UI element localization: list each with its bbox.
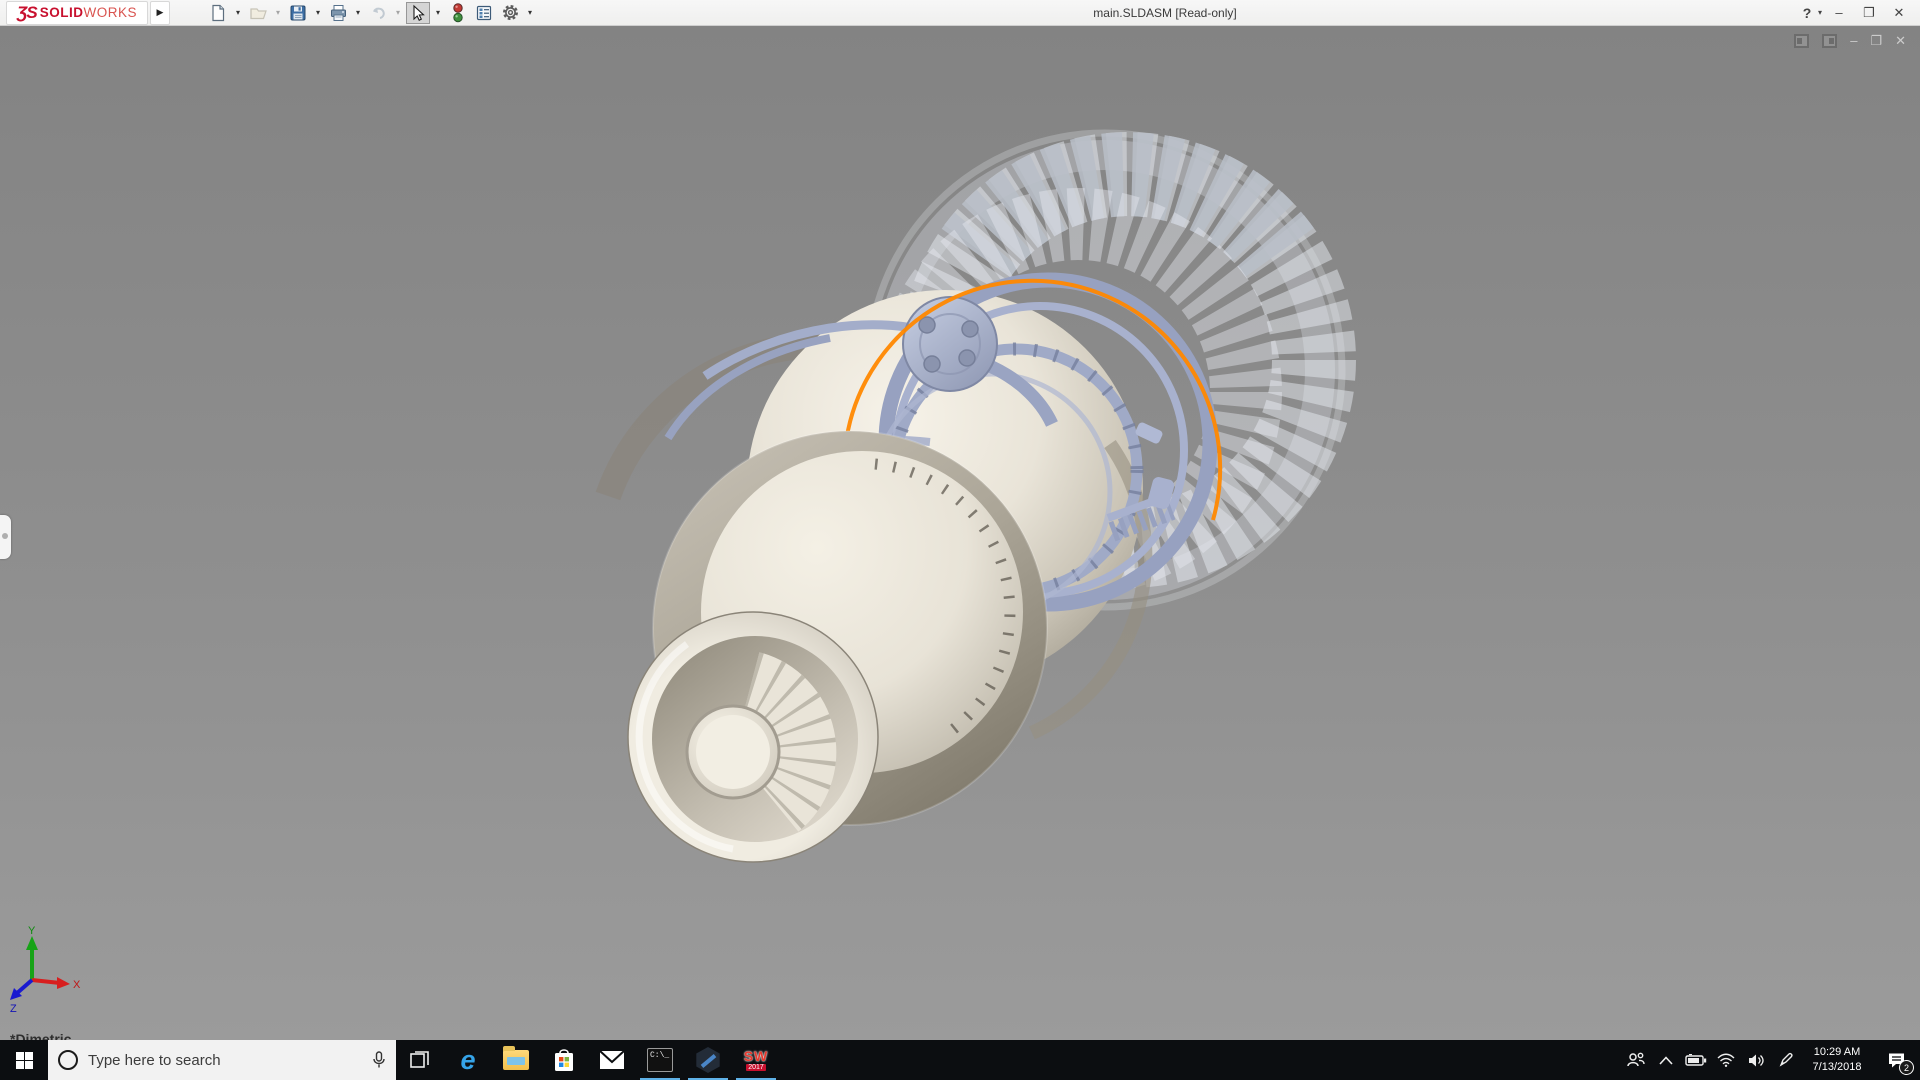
windows-logo-icon bbox=[15, 1051, 33, 1069]
bolted-flange bbox=[902, 296, 998, 392]
restore-button[interactable]: ❐ bbox=[1856, 2, 1882, 24]
jet-engine-model[interactable] bbox=[0, 26, 1920, 1040]
standard-toolbar: ▾ ▾ ▾ ▾ ▾ ▾ ▾ bbox=[206, 1, 536, 24]
graphics-viewport[interactable]: – ❐ ✕ Y X Z *Dimetric bbox=[0, 26, 1920, 1040]
triad-z-label: Z bbox=[10, 1003, 17, 1014]
file-properties-icon bbox=[476, 5, 492, 20]
pen-icon[interactable] bbox=[1774, 1040, 1798, 1080]
viewport-window-controls: – ❐ ✕ bbox=[1794, 34, 1906, 48]
solidworks-logo: ƷS SOLID WORKS bbox=[6, 0, 149, 25]
microphone-icon[interactable] bbox=[372, 1051, 386, 1069]
orientation-triad: Y X Z bbox=[10, 925, 81, 1014]
action-center-button[interactable]: 2 bbox=[1876, 1040, 1916, 1080]
taskbar-app-solidworks[interactable]: SW 2017 bbox=[732, 1040, 780, 1080]
minimize-button[interactable]: – bbox=[1826, 2, 1852, 24]
tray-overflow-chevron-icon[interactable] bbox=[1654, 1040, 1678, 1080]
print-icon bbox=[330, 4, 346, 21]
clock-date: 7/13/2018 bbox=[1812, 1061, 1862, 1073]
view-orientation-label: *Dimetric bbox=[10, 1031, 72, 1040]
file-properties-button[interactable] bbox=[472, 2, 496, 24]
help-dropdown[interactable]: ▾ bbox=[1818, 8, 1822, 17]
pane-toggle-right-icon[interactable] bbox=[1822, 34, 1838, 48]
save-button[interactable] bbox=[286, 2, 310, 24]
taskbar-app-command-prompt[interactable]: C:\_ bbox=[636, 1040, 684, 1080]
start-button[interactable] bbox=[0, 1040, 48, 1080]
select-dropdown[interactable]: ▾ bbox=[432, 2, 444, 24]
select-button[interactable] bbox=[406, 1, 431, 24]
wifi-icon[interactable] bbox=[1714, 1040, 1738, 1080]
battery-icon[interactable] bbox=[1684, 1040, 1708, 1080]
taskbar-app-store[interactable] bbox=[540, 1040, 588, 1080]
toolbar-flyout-arrow[interactable]: ▶ bbox=[150, 0, 171, 25]
options-button[interactable] bbox=[498, 2, 522, 24]
document-title: main.SLDASM [Read-only] bbox=[1093, 5, 1237, 20]
print-button[interactable] bbox=[326, 2, 350, 24]
viewport-minimize-button[interactable]: – bbox=[1850, 34, 1857, 48]
featuremanager-flyout-tab[interactable] bbox=[0, 515, 11, 559]
options-dropdown[interactable]: ▾ bbox=[524, 2, 536, 24]
open-button[interactable] bbox=[246, 2, 270, 24]
mail-icon bbox=[599, 1050, 625, 1069]
select-cursor-icon bbox=[413, 4, 425, 21]
edge-icon: e bbox=[460, 1044, 476, 1075]
exhaust-cone bbox=[627, 611, 879, 863]
save-dropdown[interactable]: ▾ bbox=[312, 2, 324, 24]
notification-badge: 2 bbox=[1899, 1060, 1914, 1075]
window-controls: ? ▾ – ❐ ✕ bbox=[1794, 2, 1912, 24]
title-bar: ƷS SOLID WORKS ▶ ▾ ▾ ▾ ▾ ▾ ▾ ▾ main.SLDA… bbox=[0, 0, 1920, 26]
clock-time: 10:29 AM bbox=[1813, 1046, 1861, 1059]
taskbar-search[interactable] bbox=[48, 1040, 396, 1080]
pane-toggle-left-icon[interactable] bbox=[1794, 34, 1810, 48]
new-document-button[interactable] bbox=[206, 2, 230, 24]
viewport-restore-button[interactable]: ❐ bbox=[1870, 34, 1882, 48]
solidworks-logo-mark-icon: ƷS bbox=[17, 2, 38, 22]
task-view-button[interactable] bbox=[396, 1040, 444, 1080]
triad-x-label: X bbox=[73, 979, 81, 991]
windows-taskbar: e C:\_ bbox=[0, 1040, 1920, 1080]
viewport-close-button[interactable]: ✕ bbox=[1895, 34, 1906, 48]
search-input[interactable] bbox=[88, 1051, 362, 1069]
solidworks-logo-text: SOLID bbox=[39, 5, 84, 20]
solidworks-2017-icon: SW 2017 bbox=[743, 1048, 769, 1071]
undo-dropdown[interactable]: ▾ bbox=[392, 2, 404, 24]
taskbar-app-mail[interactable] bbox=[588, 1040, 636, 1080]
microsoft-store-icon bbox=[555, 1049, 573, 1071]
new-document-icon bbox=[212, 4, 225, 21]
hexagon-app-icon bbox=[696, 1047, 720, 1073]
command-prompt-icon: C:\_ bbox=[647, 1048, 673, 1072]
volume-icon[interactable] bbox=[1744, 1040, 1768, 1080]
rebuild-traffic-light-icon bbox=[453, 2, 463, 22]
file-explorer-icon bbox=[503, 1046, 529, 1070]
save-floppy-icon bbox=[290, 5, 306, 20]
print-dropdown[interactable]: ▾ bbox=[352, 2, 364, 24]
solidworks-window: ƷS SOLID WORKS ▶ ▾ ▾ ▾ ▾ ▾ ▾ ▾ main.SLDA… bbox=[0, 0, 1920, 1080]
undo-button[interactable] bbox=[366, 2, 390, 24]
open-dropdown[interactable]: ▾ bbox=[272, 2, 284, 24]
taskbar-app-file-explorer[interactable] bbox=[492, 1040, 540, 1080]
help-button[interactable]: ? bbox=[1794, 2, 1820, 24]
taskbar-app-hexagon[interactable] bbox=[684, 1040, 732, 1080]
close-button[interactable]: ✕ bbox=[1886, 2, 1912, 24]
triad-y-label: Y bbox=[28, 925, 36, 937]
people-icon[interactable] bbox=[1624, 1040, 1648, 1080]
new-document-dropdown[interactable]: ▾ bbox=[232, 2, 244, 24]
rebuild-button[interactable] bbox=[446, 2, 470, 24]
task-view-icon bbox=[410, 1051, 429, 1068]
open-folder-icon bbox=[249, 7, 267, 19]
undo-icon bbox=[372, 7, 385, 19]
taskbar-app-edge[interactable]: e bbox=[444, 1040, 492, 1080]
cortana-icon bbox=[58, 1050, 78, 1070]
options-gear-icon bbox=[502, 5, 518, 20]
taskbar-clock[interactable]: 10:29 AM 7/13/2018 bbox=[1804, 1045, 1870, 1075]
system-tray: 10:29 AM 7/13/2018 2 bbox=[1624, 1040, 1920, 1080]
